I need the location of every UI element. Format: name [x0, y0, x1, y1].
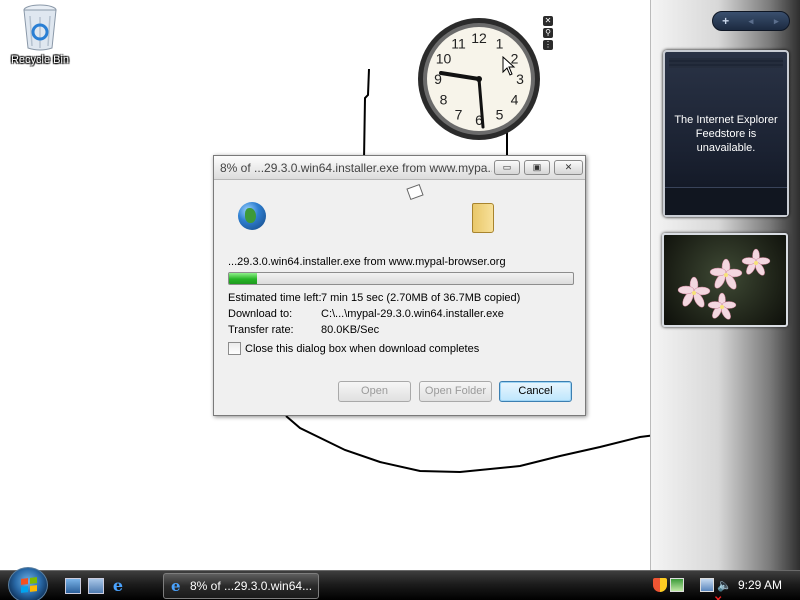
info-label: Estimated time left:: [228, 292, 322, 304]
info-value: C:\...\mypal-29.3.0.win64.installer.exe: [321, 308, 504, 320]
download-dialog: 8% of ...29.3.0.win64.installer.exe from…: [213, 155, 586, 416]
feed-header-bars: [669, 58, 783, 68]
clock-numeral: 11: [451, 35, 466, 51]
add-gadget-button[interactable]: +: [716, 14, 736, 28]
feed-headlines-gadget[interactable]: The Internet Explorer Feedstore is unava…: [663, 50, 789, 217]
security-shield-icon[interactable]: [653, 578, 667, 592]
recycle-bin-icon: [23, 4, 57, 51]
dialog-title: 8% of ...29.3.0.win64.installer.exe from…: [220, 161, 492, 175]
slideshow-gadget[interactable]: [662, 233, 788, 327]
close-when-complete-label: Close this dialog box when download comp…: [245, 342, 480, 355]
gadget-drag-handle-icon[interactable]: ⋮: [543, 40, 553, 50]
progress-fill: [229, 273, 257, 284]
info-label: Transfer rate:: [228, 324, 294, 336]
download-animation: [234, 183, 564, 238]
internet-explorer-icon[interactable]: e: [110, 578, 126, 594]
clock-numeral: 10: [436, 51, 452, 67]
clock-numeral: 5: [496, 107, 504, 123]
cancel-button[interactable]: Cancel: [499, 381, 572, 402]
globe-icon: [238, 202, 266, 230]
taskbar-clock[interactable]: 9:29 AM: [738, 578, 782, 592]
taskbar-download-label: 8% of ...29.3.0.win64...: [190, 579, 313, 593]
switch-windows-icon[interactable]: [88, 578, 104, 594]
open-folder-button[interactable]: Open Folder: [419, 381, 492, 402]
volume-muted-icon[interactable]: 🔈✕: [714, 578, 732, 600]
feed-unavailable-message: The Internet Explorer Feedstore is unava…: [674, 113, 778, 154]
sidebar-controls: + ◂ ▸: [712, 11, 790, 31]
gadget-options-icon[interactable]: ⚲: [543, 28, 553, 38]
document-icon: [406, 183, 424, 201]
close-when-complete-checkbox[interactable]: [228, 342, 241, 355]
internet-explorer-icon: e: [171, 577, 181, 595]
dialog-titlebar[interactable]: 8% of ...29.3.0.win64.installer.exe from…: [214, 156, 585, 180]
info-label: Download to:: [228, 308, 293, 320]
taskbar: e e 8% of ...29.3.0.win64... 🔈✕ 9:29 AM: [0, 567, 800, 600]
info-row-time-left: Estimated time left: 7 min 15 sec (2.70M…: [228, 290, 578, 306]
recycle-bin-label: Recycle Bin: [10, 54, 70, 66]
info-row-transfer-rate: Transfer rate: 80.0KB/Sec: [228, 322, 578, 338]
show-desktop-icon[interactable]: [65, 578, 81, 594]
clock-numeral: 12: [471, 30, 487, 46]
info-row-download-to: Download to: C:\...\mypal-29.3.0.win64.i…: [228, 306, 578, 322]
clock-numeral: 7: [455, 107, 463, 123]
next-page-button[interactable]: ▸: [766, 16, 786, 27]
folder-icon: [472, 203, 494, 233]
network-icon[interactable]: [700, 578, 714, 592]
prev-page-button[interactable]: ◂: [741, 16, 761, 27]
open-button[interactable]: Open: [338, 381, 411, 402]
media-player-icon[interactable]: [670, 578, 684, 592]
clock-numeral: 3: [516, 71, 524, 87]
download-info: Estimated time left: 7 min 15 sec (2.70M…: [228, 290, 578, 338]
close-button[interactable]: ✕: [554, 160, 583, 175]
close-when-complete-option[interactable]: Close this dialog box when download comp…: [228, 342, 479, 355]
maximize-button[interactable]: ▣: [524, 160, 550, 175]
download-progress-bar: [228, 272, 574, 285]
info-value: 80.0KB/Sec: [321, 324, 380, 336]
gadget-tools: ✕ ⚲ ⋮: [543, 16, 555, 52]
download-filename: ...29.3.0.win64.installer.exe from www.m…: [228, 256, 506, 268]
windows-logo-icon: [21, 577, 37, 593]
clock-gadget[interactable]: 12 1234567891011: [417, 17, 541, 141]
recycle-bin[interactable]: Recycle Bin: [8, 2, 72, 66]
taskbar-download-button[interactable]: e 8% of ...29.3.0.win64...: [163, 573, 319, 599]
info-value: 7 min 15 sec (2.70MB of 36.7MB copied): [321, 292, 521, 304]
mouse-cursor-icon: [502, 56, 516, 76]
feed-footer: [665, 187, 787, 215]
flower-photo: [677, 248, 771, 320]
clock-numeral: 4: [511, 92, 519, 108]
start-button[interactable]: [8, 567, 48, 600]
system-tray: 🔈✕ 9:29 AM: [648, 571, 800, 600]
minimize-button[interactable]: ▭: [494, 160, 520, 175]
clock-numeral: 1: [496, 35, 504, 51]
clock-numeral: 8: [440, 92, 448, 108]
gadget-close-icon[interactable]: ✕: [543, 16, 553, 26]
